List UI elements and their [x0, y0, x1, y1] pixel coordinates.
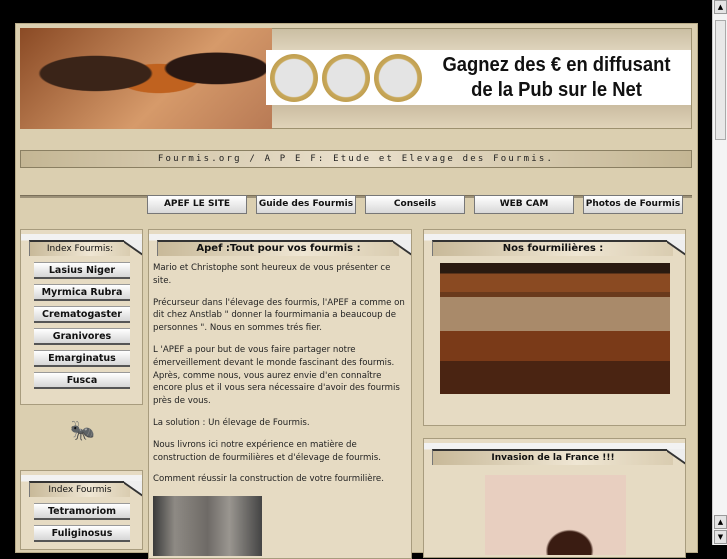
index-fourmis-panel: Index Fourmis: Lasius Niger Myrmica Rubr…	[20, 229, 143, 405]
panel-title: Index Fourmis:	[29, 240, 130, 256]
link-lasius-niger[interactable]: Lasius Niger	[34, 262, 130, 279]
panel-header: Index Fourmis:	[21, 234, 142, 256]
link-granivores[interactable]: Granivores	[34, 328, 130, 345]
scroll-up-button-bottom[interactable]: ▲	[714, 515, 727, 529]
header-slant	[667, 240, 685, 256]
link-fuliginosus[interactable]: Fuliginosus	[34, 525, 130, 542]
nav-guide-des-fourmis[interactable]: Guide des Fourmis	[256, 195, 356, 214]
ad-text: Gagnez des € en diffusant de la Pub sur …	[433, 53, 680, 103]
index-fourmis-panel-2: Index Fourmis Tetramoriom Fuliginosus	[20, 470, 143, 550]
panel-title: Index Fourmis	[29, 481, 130, 497]
paragraph[interactable]: Comment réussir la construction de votre…	[153, 473, 405, 486]
ant-icon: 🐜	[70, 418, 95, 442]
header-slant	[124, 240, 142, 256]
ad-line-1: Gagnez des € en diffusant	[442, 53, 671, 76]
euro-coin-icon	[270, 53, 318, 102]
paragraph: L 'APEF a pour but de vous faire partage…	[153, 344, 400, 407]
link-crematogaster[interactable]: Crematogaster	[34, 306, 130, 323]
panel-header: Invasion de la France !!!	[424, 443, 685, 465]
header-slant	[124, 481, 142, 497]
link-fusca[interactable]: Fusca	[34, 372, 130, 389]
panel-header: Nos fourmilières :	[424, 234, 685, 256]
formicarium-photo[interactable]	[440, 263, 670, 394]
intro-text: Mario et Christophe sont heureux de vous…	[153, 262, 405, 495]
paragraph: Précurseur dans l'élevage des fourmis, l…	[153, 297, 405, 334]
panel-header: Index Fourmis	[21, 475, 142, 497]
panel-title: Invasion de la France !!!	[432, 449, 673, 465]
fourmilieres-panel: Nos fourmilières :	[423, 229, 686, 426]
ad-banner[interactable]: Gagnez des € en diffusant de la Pub sur …	[266, 50, 691, 105]
ant-invasion-photo[interactable]	[485, 475, 626, 555]
site-title-bar: Fourmis.org / A P E F: Etude et Elevage …	[20, 150, 692, 168]
ad-line-2: de la Pub sur le Net	[471, 78, 642, 101]
scrollbar-thumb[interactable]	[715, 20, 726, 140]
scroll-down-button[interactable]: ▼	[714, 530, 727, 544]
main-content-panel: Apef :Tout pour vos fourmis : Mario et C…	[148, 229, 412, 559]
link-tetramoriom[interactable]: Tetramoriom	[34, 503, 130, 520]
nav-photos-de-fourmis[interactable]: Photos de Fourmis	[583, 195, 683, 214]
link-myrmica-rubra[interactable]: Myrmica Rubra	[34, 284, 130, 301]
nav-conseils[interactable]: Conseils	[365, 195, 465, 214]
invasion-panel: Invasion de la France !!!	[423, 438, 686, 558]
euro-coin-icon	[374, 53, 422, 102]
euro-coin-icon	[322, 53, 370, 102]
nav-web-cam[interactable]: WEB CAM	[474, 195, 574, 214]
vertical-scrollbar[interactable]: ▲ ▲ ▼	[712, 0, 727, 545]
paragraph: Mario et Christophe sont heureux de vous…	[153, 263, 391, 286]
main-title: Apef :Tout pour vos fourmis :	[157, 240, 399, 256]
panel-title: Nos fourmilières :	[432, 240, 673, 256]
link-emarginatus[interactable]: Emarginatus	[34, 350, 130, 367]
nav-apef-le-site[interactable]: APEF LE SITE	[147, 195, 247, 214]
panel-header: Apef :Tout pour vos fourmis :	[149, 234, 411, 256]
scroll-up-button[interactable]: ▲	[714, 0, 727, 14]
header-slant	[393, 240, 411, 256]
ant-header-image	[20, 28, 272, 129]
formicarium-construction-image[interactable]	[153, 496, 262, 556]
paragraph: La solution : Un élevage de Fourmis.	[153, 417, 310, 428]
header-slant	[667, 449, 685, 465]
paragraph: Nous livrons ici notre expérience en mat…	[153, 439, 381, 463]
